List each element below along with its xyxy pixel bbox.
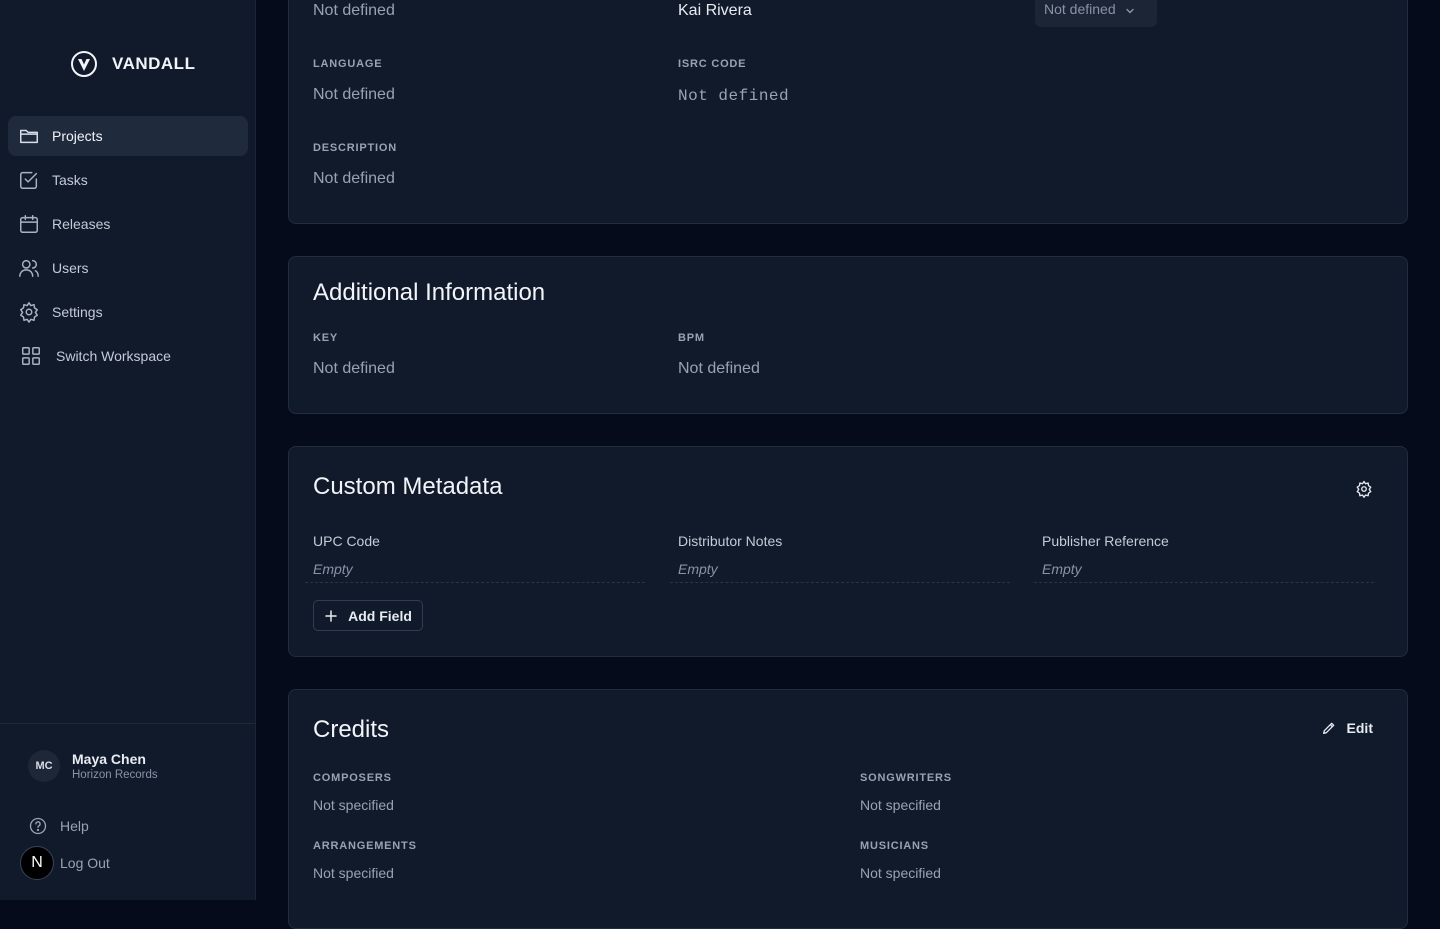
app-logo[interactable]: VANDALL <box>70 50 195 78</box>
language-value: Not defined <box>313 86 395 103</box>
songwriters-value: Not specified <box>860 797 941 813</box>
arrangements-value: Not specified <box>313 865 394 881</box>
users-icon <box>18 257 40 279</box>
publisher-reference-label: Publisher Reference <box>1042 533 1169 549</box>
upc-code-label: UPC Code <box>313 533 380 549</box>
musicians-value: Not specified <box>860 865 941 881</box>
status-select[interactable]: Not defined <box>1035 0 1157 27</box>
gear-icon <box>18 301 40 323</box>
details-card: Not defined Kai Rivera Not defined LANGU… <box>288 0 1408 224</box>
add-field-button[interactable]: Add Field <box>313 600 423 631</box>
sidebar-item-releases[interactable]: Releases <box>8 204 248 244</box>
avatar: MC <box>28 750 60 782</box>
sidebar-divider <box>0 723 256 724</box>
songwriters-label: SONGWRITERS <box>860 772 952 784</box>
card-title: Additional Information <box>313 279 546 306</box>
calendar-icon <box>18 213 40 235</box>
n-badge: N <box>20 846 54 880</box>
help-icon <box>29 817 47 835</box>
sidebar-item-tasks[interactable]: Tasks <box>8 160 248 200</box>
user-profile[interactable]: MC Maya Chen Horizon Records <box>28 750 158 782</box>
sidebar-item-label: Projects <box>52 128 103 144</box>
isrc-label: ISRC CODE <box>678 58 747 70</box>
edit-label: Edit <box>1346 720 1373 736</box>
settings-gear-icon[interactable] <box>1355 480 1373 498</box>
edit-credits-button[interactable]: Edit <box>1321 720 1373 736</box>
user-name: Maya Chen <box>72 751 146 767</box>
folder-icon <box>18 125 40 147</box>
additional-info-card: Additional Information KEY Not defined B… <box>288 256 1408 414</box>
logout-link[interactable]: N Log Out <box>20 846 110 880</box>
composers-value: Not specified <box>313 797 394 813</box>
distributor-notes-label: Distributor Notes <box>678 533 783 549</box>
sidebar-item-settings[interactable]: Settings <box>8 292 248 332</box>
user-org: Horizon Records <box>72 769 158 781</box>
upc-code-field[interactable]: Empty <box>305 561 645 583</box>
artist-value: Kai Rivera <box>678 2 752 19</box>
distributor-notes-field[interactable]: Empty <box>670 561 1010 583</box>
composers-label: COMPOSERS <box>313 772 392 784</box>
grid-icon <box>20 345 42 367</box>
sidebar: VANDALL Projects Tasks Releases Users Se… <box>0 0 256 900</box>
key-value: Not defined <box>313 360 395 377</box>
card-title: Credits <box>313 716 390 743</box>
sidebar-item-users[interactable]: Users <box>8 248 248 288</box>
chevron-down-icon <box>1125 8 1134 14</box>
logo-icon <box>71 51 97 77</box>
checkbox-icon <box>18 169 40 191</box>
bpm-value: Not defined <box>678 360 760 377</box>
sidebar-item-label: Releases <box>52 216 111 232</box>
status-select-value: Not defined <box>1044 1 1116 17</box>
top-field-value: Not defined <box>313 2 395 19</box>
help-label: Help <box>60 818 89 834</box>
sidebar-nav: Projects Tasks Releases Users Settings S… <box>8 116 248 380</box>
card-title: Custom Metadata <box>313 473 503 500</box>
key-label: KEY <box>313 332 339 344</box>
sidebar-item-projects[interactable]: Projects <box>8 116 248 156</box>
plus-icon <box>325 609 337 622</box>
bpm-label: BPM <box>678 332 705 344</box>
help-link[interactable]: Help <box>28 816 89 836</box>
publisher-reference-field[interactable]: Empty <box>1034 561 1374 583</box>
sidebar-item-switch-workspace[interactable]: Switch Workspace <box>8 336 248 376</box>
credits-card: Credits Edit COMPOSERS Not specified SON… <box>288 689 1408 929</box>
language-label: LANGUAGE <box>313 58 383 70</box>
sidebar-item-label: Settings <box>52 304 103 320</box>
app-name: VANDALL <box>112 54 196 73</box>
sidebar-item-label: Users <box>52 260 89 276</box>
description-value: Not defined <box>313 170 395 187</box>
description-label: DESCRIPTION <box>313 142 397 154</box>
arrangements-label: ARRANGEMENTS <box>313 840 417 852</box>
custom-metadata-card: Custom Metadata UPC Code Empty Distribut… <box>288 446 1408 657</box>
isrc-value: Not defined <box>678 87 790 105</box>
add-field-label: Add Field <box>348 607 412 624</box>
sidebar-item-label: Switch Workspace <box>56 348 171 364</box>
pencil-icon <box>1322 722 1334 734</box>
musicians-label: MUSICIANS <box>860 840 929 852</box>
logout-label: Log Out <box>60 855 110 871</box>
sidebar-item-label: Tasks <box>52 172 88 188</box>
